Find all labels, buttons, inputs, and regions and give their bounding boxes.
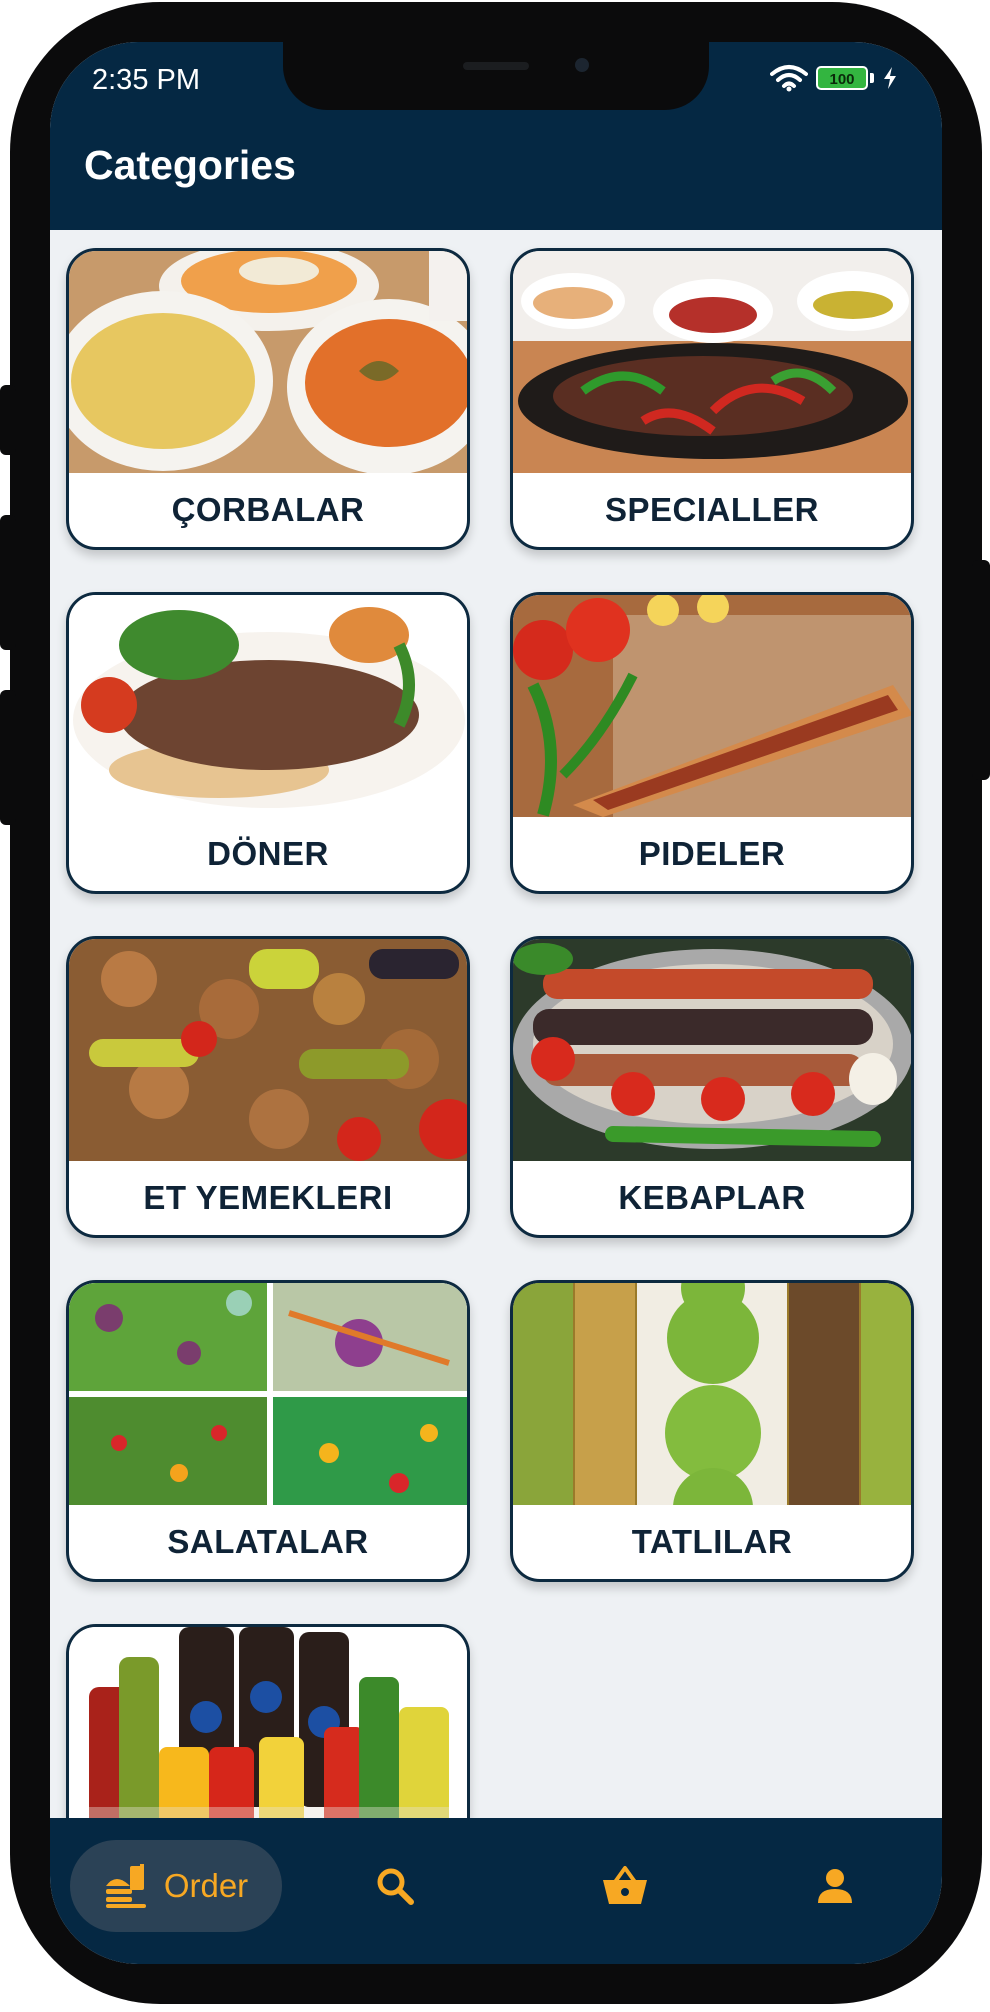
speaker-grille	[463, 62, 529, 70]
nav-order-label: Order	[163, 1867, 249, 1904]
category-image-specialler	[513, 251, 911, 473]
category-card-kebaplar[interactable]: KEBAPLAR	[510, 936, 914, 1238]
app-screen: 2:35 PM 100 Categories ÇORBALAR SPECIALL…	[50, 42, 942, 1964]
category-image-et-yemekleri	[69, 939, 467, 1161]
app-bar: 2:35 PM 100 Categories	[50, 42, 942, 230]
search-icon	[377, 1868, 414, 1905]
category-image-corbalar	[69, 251, 467, 473]
category-card-corbalar[interactable]: ÇORBALAR	[66, 248, 470, 550]
charging-icon	[884, 67, 896, 89]
wifi-icon	[770, 65, 808, 92]
nav-profile-tab[interactable]	[790, 1840, 880, 1932]
bottom-navigation: Order	[50, 1818, 942, 1964]
status-time: 2:35 PM	[92, 64, 200, 96]
category-card-specialler[interactable]: SPECIALLER	[510, 248, 914, 550]
category-card-tatlilar[interactable]: TATLILAR	[510, 1280, 914, 1582]
power-button	[972, 560, 990, 780]
category-label: ÇORBALAR	[171, 491, 365, 528]
category-image-drinks	[69, 1627, 467, 1818]
category-card-drinks[interactable]	[66, 1624, 470, 1818]
category-card-doner[interactable]: DÖNER	[66, 592, 470, 894]
page-title: Categories	[84, 142, 296, 188]
status-indicators: 100	[770, 64, 898, 92]
category-label: ET YEMEKLERI	[143, 1179, 393, 1216]
notch	[283, 42, 709, 110]
volume-down-button	[0, 690, 16, 825]
nav-basket-tab[interactable]	[580, 1840, 670, 1932]
category-image-doner	[69, 595, 467, 817]
category-label: PIDELER	[638, 835, 786, 872]
category-image-pideler	[513, 595, 911, 817]
volume-up-button	[0, 515, 16, 650]
category-image-kebaplar	[513, 939, 911, 1161]
battery-indicator: 100	[816, 66, 868, 90]
basket-icon	[603, 1866, 647, 1904]
profile-icon	[818, 1869, 852, 1903]
nav-search-tab[interactable]	[350, 1840, 440, 1932]
category-image-tatlilar	[513, 1283, 911, 1505]
front-camera	[575, 58, 589, 72]
category-label: SALATALAR	[167, 1523, 369, 1560]
nav-order-tab[interactable]: Order	[70, 1840, 282, 1932]
battery-tip	[870, 73, 874, 83]
mute-switch	[0, 385, 16, 455]
category-card-salatalar[interactable]: SALATALAR	[66, 1280, 470, 1582]
category-card-pideler[interactable]: PIDELER	[510, 592, 914, 894]
order-icon	[105, 1864, 146, 1908]
category-card-et-yemekleri[interactable]: ET YEMEKLERI	[66, 936, 470, 1238]
category-label: SPECIALLER	[604, 491, 820, 528]
category-label: DÖNER	[207, 835, 329, 872]
category-label: KEBAPLAR	[618, 1179, 806, 1216]
category-image-salatalar	[69, 1283, 467, 1505]
category-grid: ÇORBALAR SPECIALLER DÖNER PIDELER ET YEM…	[50, 230, 942, 1818]
category-label: TATLILAR	[631, 1523, 793, 1560]
